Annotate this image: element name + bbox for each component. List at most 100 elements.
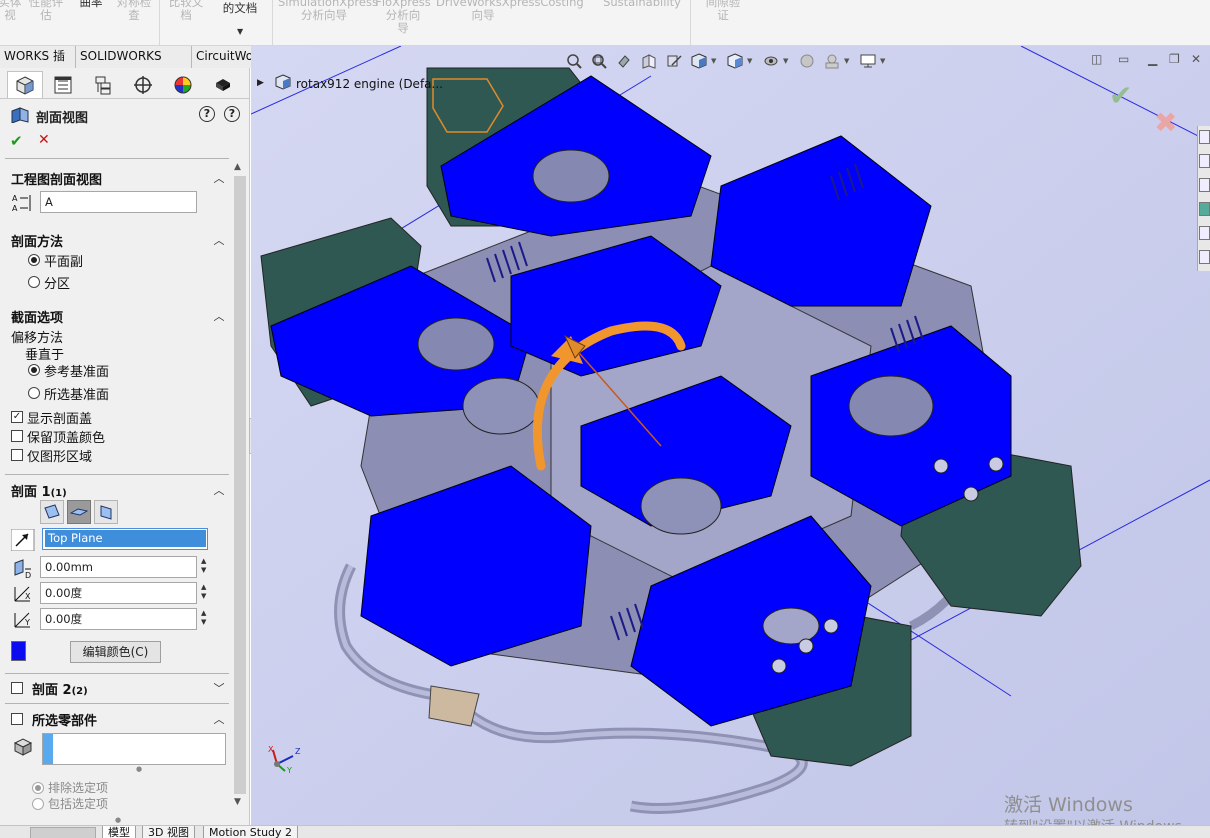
tab-solidworks-mbd[interactable]: SOLIDWORKS MBD [76, 46, 192, 84]
camera-tab[interactable] [205, 71, 241, 98]
ribbon-button-compare-documents[interactable]: 比较文 档 [164, 0, 208, 22]
ribbon-button-curvature[interactable]: 曲率 [76, 0, 106, 9]
view-orientation-icon[interactable] [686, 52, 711, 70]
radio-zonal[interactable] [28, 276, 40, 288]
resize-handle[interactable]: ● [115, 816, 121, 824]
rotate-x-stepper[interactable]: ▲ ▼ [201, 583, 206, 601]
help-icon[interactable]: ? [224, 106, 240, 122]
solidworks-resources-icon[interactable] [1199, 130, 1210, 144]
tab-works-addins[interactable]: WORKS 插件 [0, 46, 76, 84]
view-settings-icon[interactable] [855, 52, 880, 70]
ribbon-button-performance-evaluation[interactable]: 性能评 估 [26, 0, 66, 22]
graphics-area[interactable]: ▶ rotax912 engine (Defa... ▼ ▼ ▼ ▼ ▼ ◫ ▭… [251, 46, 1210, 825]
checkbox-graphics-only[interactable] [11, 449, 23, 461]
section-top-button[interactable] [67, 500, 91, 524]
tab-model[interactable]: 模型 [102, 826, 136, 838]
rotate-y-stepper[interactable]: ▲ ▼ [201, 609, 206, 627]
detailed-help-icon[interactable]: ? [199, 106, 215, 122]
checkbox-show-section-cap[interactable]: ✓ [11, 411, 23, 423]
ribbon-button-floxpress[interactable]: FloXpress 分析向 导 [374, 0, 432, 35]
rotate-y-field[interactable]: 0.00度 [40, 608, 197, 630]
custom-properties-icon[interactable] [1199, 226, 1210, 240]
chevron-up-icon[interactable]: ︿ [212, 308, 226, 324]
confirm-ok-icon[interactable]: ✔ [1109, 79, 1132, 112]
configurationmanager-tab[interactable] [85, 71, 121, 98]
offset-distance-field[interactable]: 0.00mm [40, 556, 197, 578]
design-library-icon[interactable] [1199, 154, 1210, 168]
feature-tree-root[interactable]: rotax912 engine (Defa... [296, 77, 443, 91]
radio-selected-plane[interactable] [28, 387, 40, 399]
tab-3d-views[interactable]: 3D 视图 [142, 826, 195, 838]
zoom-to-fit-icon[interactable] [561, 52, 586, 70]
featuremanager-tab[interactable] [7, 71, 43, 98]
chevron-down-icon[interactable]: ▼ [783, 52, 794, 70]
zoom-to-area-icon[interactable] [586, 52, 611, 70]
scroll-down-icon[interactable]: ▼ [234, 797, 241, 807]
cancel-button[interactable]: ✕ [38, 132, 50, 148]
ribbon-button-clearance-verification[interactable]: 间隙验 证 [698, 0, 748, 22]
ribbon-button-documents[interactable]: 的文档 [214, 2, 266, 15]
previous-view-icon[interactable] [611, 52, 636, 70]
chevron-up-icon[interactable]: ︿ [212, 170, 226, 186]
dynamic-annotation-icon[interactable] [661, 52, 686, 70]
offset-distance-stepper[interactable]: ▲ ▼ [201, 557, 206, 575]
section-front-button[interactable] [40, 500, 64, 524]
radio-include-selected[interactable] [32, 798, 44, 810]
displaymanager-tab[interactable] [165, 71, 201, 98]
checkbox-section-2[interactable] [11, 682, 23, 694]
tab-navigation-arrows[interactable] [30, 827, 96, 838]
ribbon-button-driveworksxpress[interactable]: DriveWorksXpress 向导 [436, 0, 540, 22]
ok-button[interactable]: ✔ [10, 132, 23, 150]
display-style-icon[interactable] [722, 52, 747, 70]
apply-scene-icon[interactable] [819, 52, 844, 70]
minimize-icon[interactable]: ▁ [1148, 52, 1157, 66]
chevron-up-icon[interactable]: ︿ [212, 232, 226, 248]
edit-color-button[interactable]: 编辑颜色(C) [70, 641, 161, 663]
chevron-down-icon[interactable]: ▼ [880, 52, 891, 70]
dimxpertmanager-tab[interactable] [125, 71, 161, 98]
ribbon-separator [272, 0, 273, 45]
chevron-down-icon[interactable]: ▼ [844, 52, 855, 70]
section-plane-field[interactable]: Top Plane [42, 528, 208, 550]
ribbon-button-simulationxpress[interactable]: SimulationXpress 分析向导 [278, 0, 378, 22]
checkbox-keep-cap-color[interactable] [11, 430, 23, 442]
section-cap-color-swatch[interactable] [11, 641, 26, 661]
checkbox-selected-components[interactable] [11, 713, 23, 725]
chevron-down-icon[interactable]: ▼ [711, 52, 722, 70]
rotate-x-field[interactable]: 0.00度 [40, 582, 197, 604]
section-name-field[interactable]: A [40, 191, 197, 213]
ribbon-button-solid-view[interactable]: 实体 视 [0, 0, 26, 22]
restore-viewport-icon[interactable]: ◫ [1091, 52, 1102, 66]
radio-exclude-selected[interactable] [32, 782, 44, 794]
tile-viewport-icon[interactable]: ▭ [1118, 52, 1129, 66]
chevron-up-icon[interactable]: ︿ [212, 711, 226, 727]
tab-motion-study-2[interactable]: Motion Study 2 [203, 826, 299, 838]
view-palette-icon[interactable] [1199, 250, 1210, 264]
radio-reference-plane[interactable] [28, 364, 40, 376]
maximize-icon[interactable]: ❐ [1169, 52, 1180, 66]
chevron-up-icon[interactable]: ︿ [212, 482, 226, 498]
chevron-down-icon[interactable]: ﹀ [212, 680, 226, 696]
resize-handle[interactable]: ● [136, 765, 142, 773]
ribbon-button-sustainability[interactable]: Sustainability [600, 0, 684, 9]
ribbon-button-symmetry-check[interactable]: 对称检 查 [112, 0, 156, 22]
selected-components-list[interactable] [42, 733, 226, 765]
reference-triad: Z X Y [268, 745, 301, 774]
propertymanager-tab[interactable] [45, 71, 81, 98]
close-icon[interactable]: ✕ [1191, 52, 1201, 66]
scroll-up-icon[interactable]: ▲ [234, 162, 241, 172]
ribbon-button-costing[interactable]: Costing [536, 0, 588, 9]
tree-expand-icon[interactable]: ▶ [257, 78, 264, 88]
confirm-cancel-icon[interactable]: ✖ [1154, 106, 1177, 139]
edit-appearance-icon[interactable] [794, 52, 819, 70]
hide-show-items-icon[interactable] [758, 52, 783, 70]
section-right-button[interactable] [94, 500, 118, 524]
appearances-icon[interactable] [1199, 202, 1210, 216]
chevron-down-icon[interactable]: ▼ [237, 27, 243, 36]
scrollbar-thumb[interactable] [234, 176, 246, 794]
radio-planar[interactable] [28, 254, 40, 266]
panel-scrollbar[interactable]: ▲ ▼ [231, 160, 248, 820]
section-view-toolbar-icon[interactable] [636, 52, 661, 70]
file-explorer-icon[interactable] [1199, 178, 1210, 192]
chevron-down-icon[interactable]: ▼ [747, 52, 758, 70]
